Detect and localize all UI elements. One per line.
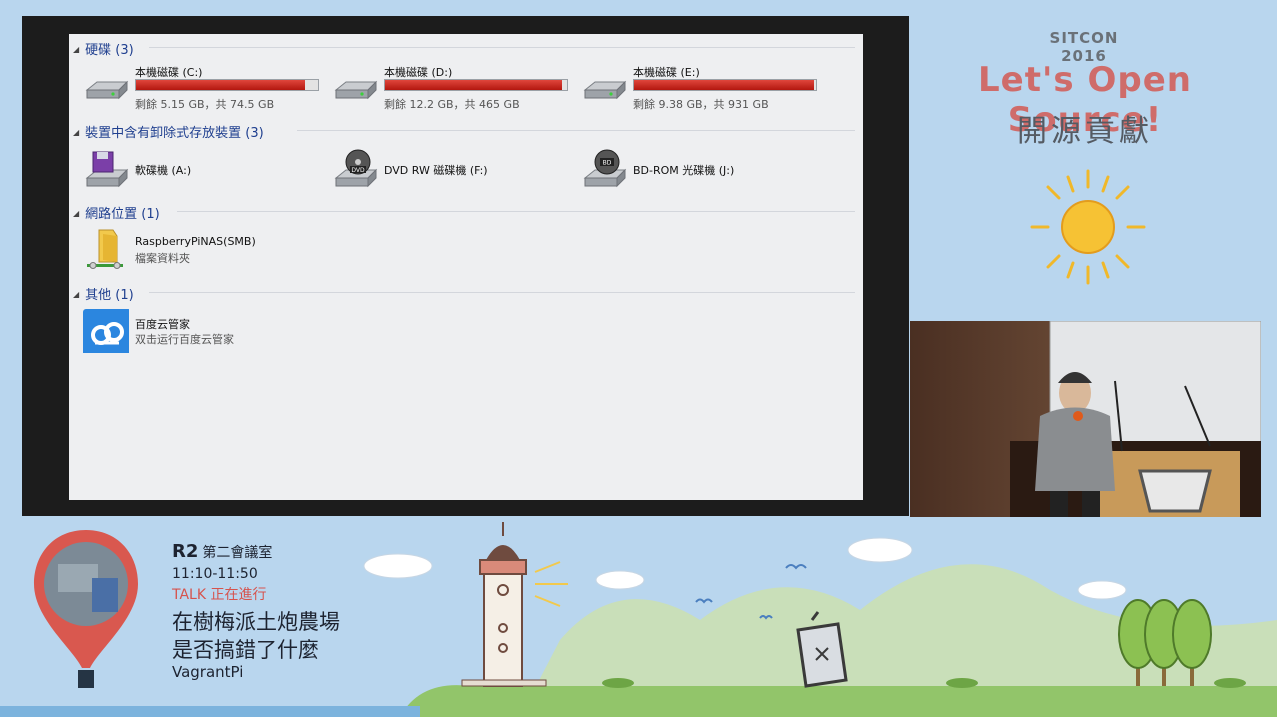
sun-icon [1030,169,1146,285]
speaker-camera-feed [910,321,1261,517]
talk-status: TALK 正在進行 [172,587,267,603]
group-divider [177,211,855,212]
collapse-triangle-icon[interactable]: ◢ [73,45,79,54]
group-divider [297,130,855,131]
talk-title-line1: 在樹梅派土炮農場 [172,610,340,634]
network-sub: 檔案資料夾 [135,252,190,265]
removable-name: DVD RW 磁碟機 (F:) [384,164,488,177]
group-divider [149,292,855,293]
drive-name: 本機磁碟 (E:) [633,66,700,79]
talk-room: R2 第二會議室 [172,541,272,562]
drive-usage-fill [136,80,306,90]
talk-title-line2: 是否搞錯了什麼 [172,638,319,662]
collapse-triangle-icon[interactable]: ◢ [73,290,79,299]
drive-usage-fill [634,80,815,90]
hard-disk-icon [334,80,378,100]
network-item-raspberrypi[interactable]: RaspberryPiNAS(SMB) 檔案資料夾 [83,228,323,272]
drive-usage-bar [135,79,319,91]
network-name: RaspberryPiNAS(SMB) [135,235,256,248]
removable-item-bd[interactable]: BD BD-ROM 光碟機 (J:) [581,148,811,192]
removable-name: 軟碟機 (A:) [135,164,192,177]
drive-usage-bar [384,79,568,91]
drive-free-space: 剩餘 9.38 GB，共 931 GB [633,98,769,111]
room-code: R2 [172,541,199,562]
drive-usage-bar [633,79,817,91]
other-sub: 双击运行百度云管家 [135,333,234,346]
group-header-network[interactable]: ◢ 網路位置 (1) [73,203,160,222]
explorer-window: ◢ 硬碟 (3) 本機磁碟 (C:) 剩餘 5.15 GB，共 74.5 GB 本… [69,34,863,500]
speaker-video-image [910,321,1261,517]
baidu-cloud-icon [83,309,129,353]
talk-speaker: VagrantPi [172,663,244,681]
group-divider [149,47,855,48]
drive-free-space: 剩餘 5.15 GB，共 74.5 GB [135,98,275,111]
room-pin-badge [34,530,138,688]
floppy-drive-icon [85,151,129,188]
group-header-hard-disks[interactable]: ◢ 硬碟 (3) [73,39,134,58]
hard-disk-icon [85,80,129,100]
group-header-other[interactable]: ◢ 其他 (1) [73,284,134,303]
drive-name: 本機磁碟 (D:) [384,66,453,79]
drive-free-space: 剩餘 12.2 GB，共 465 GB [384,98,520,111]
svg-text:BD: BD [603,160,612,167]
drive-name: 本機磁碟 (C:) [135,66,203,79]
drive-usage-fill [385,80,562,90]
drive-item-c[interactable]: 本機磁碟 (C:) 剩餘 5.15 GB，共 74.5 GB [83,64,323,111]
collapse-triangle-icon[interactable]: ◢ [73,209,79,218]
group-header-removable[interactable]: ◢ 裝置中含有卸除式存放裝置 (3) [73,122,264,141]
dvd-drive-icon: DVD [334,149,378,188]
removable-item-dvd[interactable]: DVD DVD RW 磁碟機 (F:) [332,148,562,192]
drive-item-e[interactable]: 本機磁碟 (E:) 剩餘 9.38 GB，共 931 GB [581,64,821,111]
hard-disk-icon [583,80,627,100]
talk-time: 11:10-11:50 [172,566,258,582]
other-name: 百度云管家 [135,318,190,331]
other-item-baidu[interactable]: 百度云管家 双击运行百度云管家 [83,309,323,353]
removable-item-floppy[interactable]: 軟碟機 (A:) [83,148,313,192]
drive-item-d[interactable]: 本機磁碟 (D:) 剩餘 12.2 GB，共 465 GB [332,64,572,111]
room-name: 第二會議室 [202,545,273,561]
slogan-zh: 開源貢獻 [1017,114,1153,149]
collapse-triangle-icon[interactable]: ◢ [73,128,79,137]
network-folder-icon [87,229,123,269]
bd-drive-icon: BD [583,149,627,188]
svg-text:DVD: DVD [351,167,365,174]
removable-name: BD-ROM 光碟機 (J:) [633,164,735,177]
